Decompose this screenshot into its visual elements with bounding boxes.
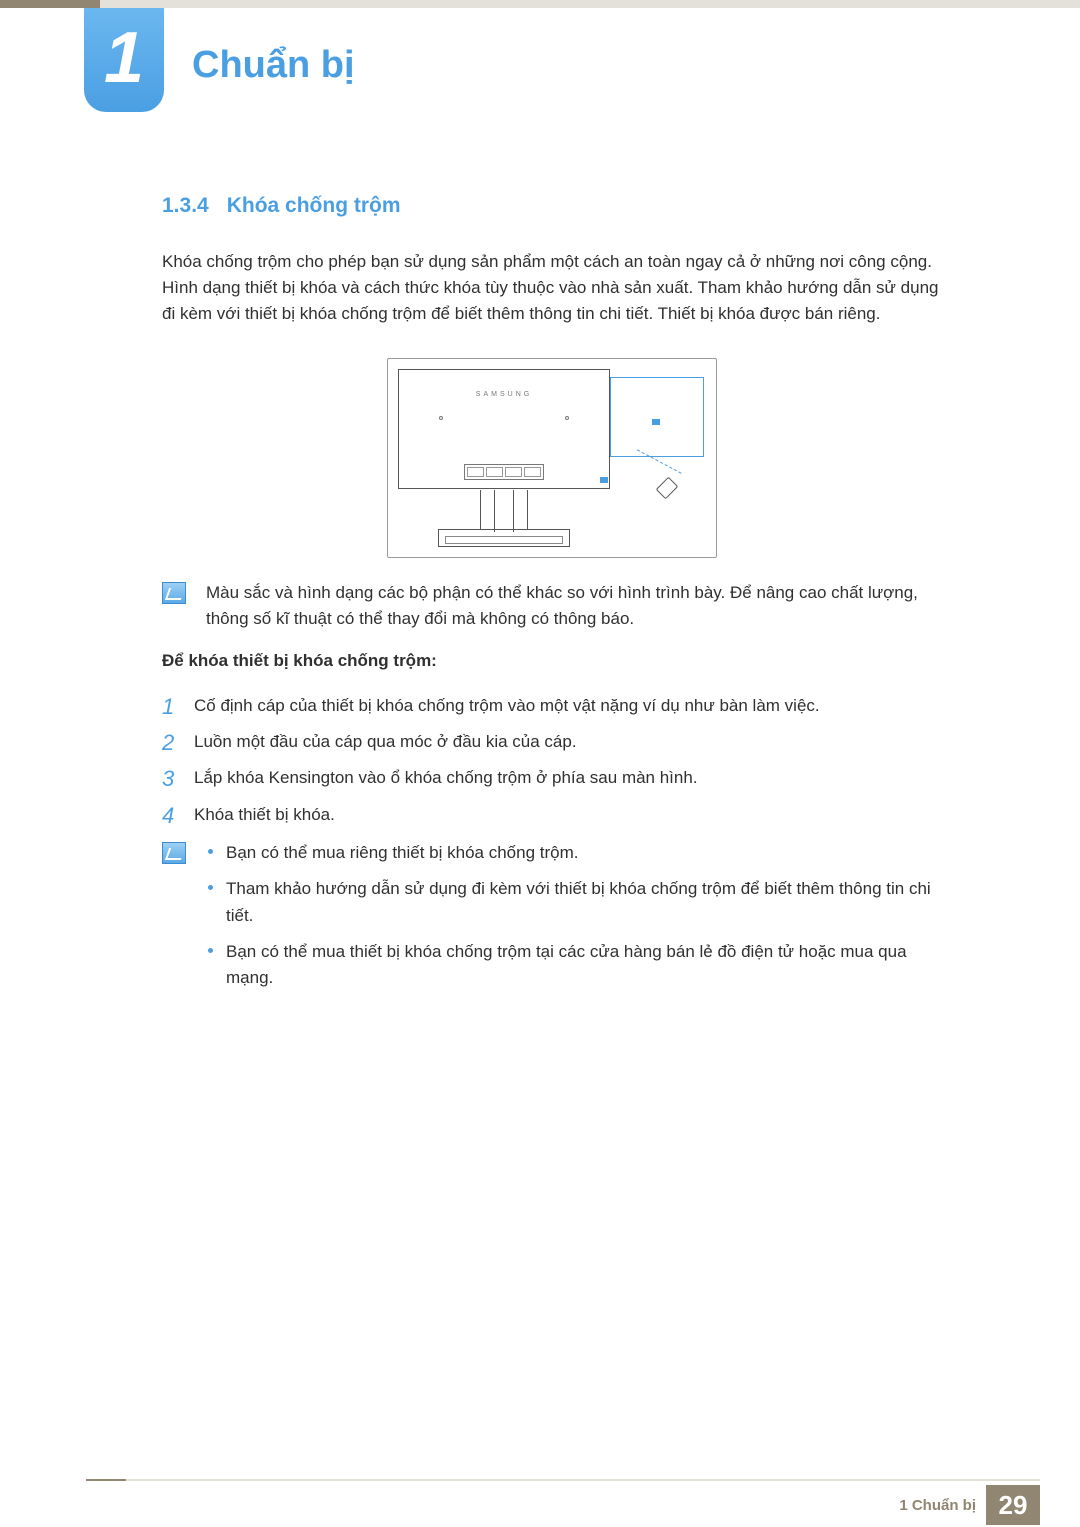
section-title: Khóa chống trộm xyxy=(227,194,401,217)
chapter-title: Chuẩn bị xyxy=(192,44,355,87)
page-content: 1.3.4 Khóa chống trộm Khóa chống trộm cho… xyxy=(162,190,942,1002)
note-text: Màu sắc và hình dạng các bộ phận có thể … xyxy=(206,580,942,633)
step-text: Khóa thiết bị khóa. xyxy=(194,805,335,824)
bullet-text: Bạn có thể mua riêng thiết bị khóa chống… xyxy=(226,843,578,862)
chapter-number: 1 xyxy=(104,18,144,98)
footer-chapter-label: 1 Chuẩn bị xyxy=(899,1497,976,1514)
steps-list: 1 Cố định cáp của thiết bị khóa chống tr… xyxy=(162,693,942,828)
top-strip xyxy=(0,0,1080,8)
base-outline xyxy=(438,529,570,547)
footer-divider xyxy=(86,1479,1040,1481)
bullet-text: Tham khảo hướng dẫn sử dụng đi kèm với t… xyxy=(226,879,931,924)
step-text: Lắp khóa Kensington vào ổ khóa chống trộ… xyxy=(194,768,698,787)
neck-outline xyxy=(494,490,514,532)
step-text: Luồn một đầu của cáp qua móc ở đầu kia c… xyxy=(194,732,577,751)
step-number: 3 xyxy=(162,762,174,796)
note-block: Bạn có thể mua riêng thiết bị khóa chống… xyxy=(162,840,942,1002)
screw-icon xyxy=(565,416,569,420)
bullet-item: Bạn có thể mua thiết bị khóa chống trộm … xyxy=(206,939,942,992)
chapter-badge: 1 xyxy=(84,8,164,112)
lock-slot-icon xyxy=(652,419,660,425)
section-number: 1.3.4 xyxy=(162,194,209,217)
step-number: 1 xyxy=(162,690,174,724)
step-item: 1 Cố định cáp của thiết bị khóa chống tr… xyxy=(162,693,942,719)
brand-label: SAMSUNG xyxy=(399,390,609,401)
bullet-list: Bạn có thể mua riêng thiết bị khóa chống… xyxy=(206,840,942,1002)
bullet-item: Tham khảo hướng dẫn sử dụng đi kèm với t… xyxy=(206,876,942,929)
lock-slot-icon xyxy=(600,477,608,483)
intro-paragraph: Khóa chống trộm cho phép bạn sử dụng sản… xyxy=(162,249,942,328)
section-heading: 1.3.4 Khóa chống trộm xyxy=(162,190,942,223)
note-icon xyxy=(162,842,186,864)
step-item: 2 Luồn một đầu của cáp qua móc ở đầu kia… xyxy=(162,729,942,755)
bullet-item: Bạn có thể mua riêng thiết bị khóa chống… xyxy=(206,840,942,866)
lock-diagram: SAMSUNG xyxy=(387,358,717,558)
step-text: Cố định cáp của thiết bị khóa chống trộm… xyxy=(194,696,820,715)
page-footer: 1 Chuẩn bị 29 xyxy=(0,1479,1080,1527)
lock-callout-box xyxy=(610,377,704,457)
screw-icon xyxy=(439,416,443,420)
monitor-back-outline: SAMSUNG xyxy=(398,369,610,489)
page-number: 29 xyxy=(986,1485,1040,1525)
port-panel xyxy=(464,464,544,480)
lock-cable-line xyxy=(620,449,681,504)
step-item: 4 Khóa thiết bị khóa. xyxy=(162,802,942,828)
note-icon xyxy=(162,582,186,604)
bullet-text: Bạn có thể mua thiết bị khóa chống trộm … xyxy=(226,942,907,987)
step-number: 4 xyxy=(162,799,174,833)
note-block: Màu sắc và hình dạng các bộ phận có thể … xyxy=(162,580,942,633)
steps-heading: Để khóa thiết bị khóa chống trộm: xyxy=(162,648,942,674)
step-item: 3 Lắp khóa Kensington vào ổ khóa chống t… xyxy=(162,765,942,791)
step-number: 2 xyxy=(162,726,174,760)
